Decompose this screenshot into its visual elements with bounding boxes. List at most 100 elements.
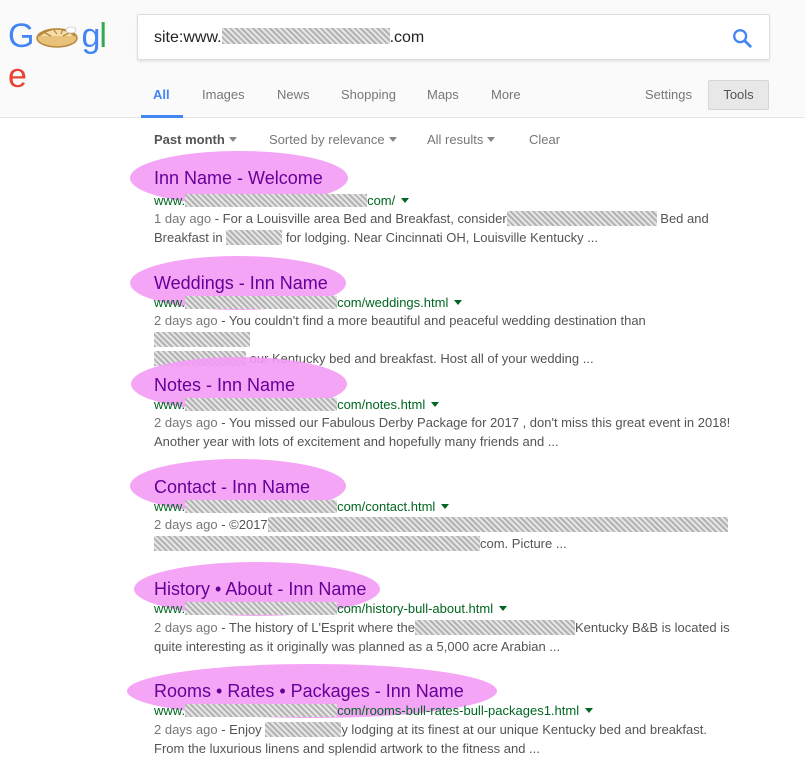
redacted-domain xyxy=(185,296,338,309)
logo-letter-g2: g xyxy=(81,17,100,55)
url-suffix: com/contact.html xyxy=(337,499,436,514)
time-filter-dropdown[interactable]: Past month xyxy=(154,132,237,147)
search-tools-bar: Past month Sorted by relevance All resul… xyxy=(0,132,805,152)
result-url[interactable]: www. com/history-bull-about.html xyxy=(154,601,508,616)
redacted-text xyxy=(265,722,342,737)
snippet-text: - You couldn't find a more beautiful and… xyxy=(217,313,646,328)
results-filter-dropdown[interactable]: All results xyxy=(427,132,496,147)
result-url[interactable]: www. com/notes.html xyxy=(154,397,440,412)
result-snippet: 2 days ago - You missed our Fabulous Der… xyxy=(154,413,739,451)
result-title-link[interactable]: Inn Name - Welcome xyxy=(154,168,323,189)
snippet-text: Breakfast in xyxy=(154,230,223,245)
search-box[interactable]: site:www. .com xyxy=(137,14,770,60)
redacted-text xyxy=(154,332,250,347)
snippet-text: Kentucky B&B is located is xyxy=(574,620,730,635)
redacted-domain xyxy=(185,398,338,411)
result-url[interactable]: www. com/rooms-bull-rates-bull-packages1.… xyxy=(154,703,594,718)
url-options-caret-icon[interactable] xyxy=(441,504,450,509)
redacted-text xyxy=(506,211,657,226)
active-tab-indicator xyxy=(141,115,183,118)
snippet-text: - You missed our Fabulous Derby Package … xyxy=(217,415,731,430)
url-options-caret-icon[interactable] xyxy=(454,300,463,305)
snippet-text: - The history of L'Esprit where the xyxy=(217,620,415,635)
chevron-down-icon xyxy=(228,137,237,142)
url-prefix: www. xyxy=(154,193,186,208)
tab-more[interactable]: More xyxy=(491,87,521,102)
url-suffix: com/ xyxy=(367,193,396,208)
redacted-text xyxy=(226,230,283,245)
snippet-text: quite interesting as it originally was p… xyxy=(154,639,561,654)
result-url[interactable]: www. com/weddings.html xyxy=(154,295,463,310)
time-filter-label: Past month xyxy=(154,132,225,147)
search-query-suffix: .com xyxy=(389,29,425,46)
url-options-caret-icon[interactable] xyxy=(401,198,410,203)
url-prefix: www. xyxy=(154,703,186,718)
tab-images[interactable]: Images xyxy=(202,87,245,102)
result-snippet: 2 days ago - Enjoy y lodging at its fine… xyxy=(154,720,739,758)
search-input[interactable]: site:www. .com xyxy=(154,28,424,47)
pie-doodle-icon xyxy=(33,19,81,49)
result-title-link[interactable]: Rooms • Rates • Packages - Inn Name xyxy=(154,681,464,702)
settings-link[interactable]: Settings xyxy=(645,87,692,102)
url-prefix: www. xyxy=(154,397,186,412)
sort-dropdown[interactable]: Sorted by relevance xyxy=(269,132,397,147)
snippet-text: Bed and xyxy=(656,211,709,226)
url-prefix: www. xyxy=(154,499,186,514)
result-url[interactable]: www. com/ xyxy=(154,193,410,208)
results-filter-label: All results xyxy=(427,132,484,147)
snippet-text: Another year with lots of excitement and… xyxy=(154,434,559,449)
result-date: 2 days ago xyxy=(154,620,218,635)
url-prefix: www. xyxy=(154,295,186,310)
search-query-prefix: site:www. xyxy=(154,29,222,46)
redacted-text xyxy=(267,517,728,532)
clear-filters-link[interactable]: Clear xyxy=(529,132,560,147)
tools-button[interactable]: Tools xyxy=(708,80,769,110)
result-title-link[interactable]: History • About - Inn Name xyxy=(154,579,366,600)
chevron-down-icon xyxy=(388,137,397,142)
tab-maps[interactable]: Maps xyxy=(427,87,459,102)
search-tabs: All Images News Shopping Maps More Setti… xyxy=(0,80,805,118)
url-prefix: www. xyxy=(154,601,186,616)
result-date: 2 days ago xyxy=(154,313,218,328)
url-suffix: com/weddings.html xyxy=(337,295,449,310)
snippet-text: - For a Louisville area Bed and Breakfas… xyxy=(211,211,507,226)
tab-news[interactable]: News xyxy=(277,87,310,102)
search-icon[interactable] xyxy=(731,27,753,49)
snippet-text: y lodging at its finest at our unique Ke… xyxy=(341,722,707,737)
logo-letter-l: l xyxy=(99,17,107,55)
redacted-text xyxy=(154,536,480,551)
snippet-text: - ©2017 xyxy=(217,517,268,532)
url-suffix: com/notes.html xyxy=(337,397,426,412)
result-snippet: 2 days ago - ©2017 com. Picture ... xyxy=(154,515,739,553)
tab-shopping[interactable]: Shopping xyxy=(341,87,396,102)
result-date: 2 days ago xyxy=(154,722,218,737)
url-options-caret-icon[interactable] xyxy=(431,402,440,407)
result-title-link[interactable]: Notes - Inn Name xyxy=(154,375,295,396)
tab-all[interactable]: All xyxy=(153,87,170,102)
result-snippet: 1 day ago - For a Louisville area Bed an… xyxy=(154,209,739,247)
snippet-text: com. Picture ... xyxy=(480,536,567,551)
result-date: 2 days ago xyxy=(154,415,218,430)
snippet-text: for lodging. Near Cincinnati OH, Louisvi… xyxy=(282,230,599,245)
result-title-link[interactable]: Weddings - Inn Name xyxy=(154,273,328,294)
sort-label: Sorted by relevance xyxy=(269,132,385,147)
logo-letter-g: G xyxy=(8,17,34,55)
chevron-down-icon xyxy=(487,137,496,142)
url-options-caret-icon[interactable] xyxy=(499,606,508,611)
redacted-domain xyxy=(185,704,338,717)
result-snippet: 2 days ago - The history of L'Esprit whe… xyxy=(154,618,739,656)
result-date: 1 day ago xyxy=(154,211,212,226)
redacted-domain xyxy=(185,602,338,615)
redacted-domain xyxy=(221,28,390,44)
result-url[interactable]: www. com/contact.html xyxy=(154,499,450,514)
redacted-domain xyxy=(185,194,368,207)
header: G gle site:www. .com All Images News Shop… xyxy=(0,0,805,118)
snippet-text: From the luxurious linens and splendid a… xyxy=(154,741,540,756)
url-suffix: com/rooms-bull-rates-bull-packages1.html xyxy=(337,703,580,718)
url-suffix: com/history-bull-about.html xyxy=(337,601,494,616)
google-logo[interactable]: G gle xyxy=(8,16,120,95)
redacted-domain xyxy=(185,500,338,513)
result-title-link[interactable]: Contact - Inn Name xyxy=(154,477,310,498)
url-options-caret-icon[interactable] xyxy=(585,708,594,713)
result-date: 2 days ago xyxy=(154,517,218,532)
